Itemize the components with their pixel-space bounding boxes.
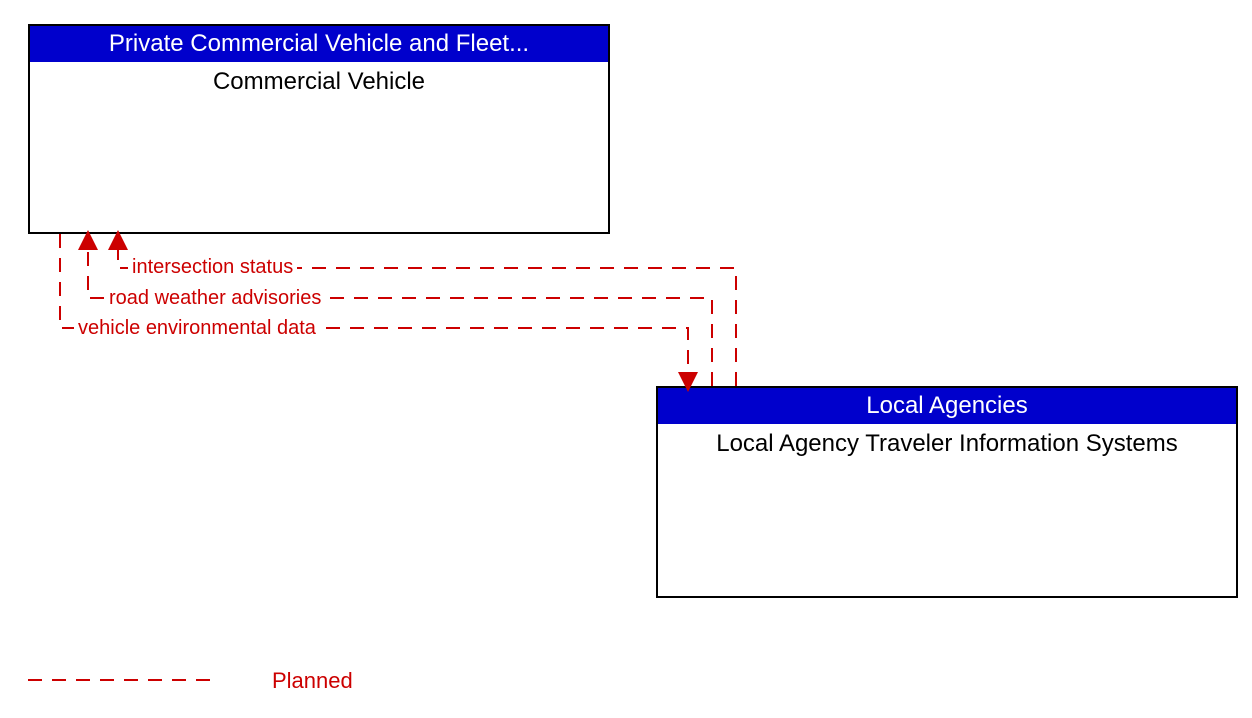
legend-label-planned: Planned (272, 668, 353, 694)
entity-header-bottom: Local Agencies (658, 388, 1236, 424)
entity-box-local-agency: Local Agencies Local Agency Traveler Inf… (656, 386, 1238, 598)
entity-box-commercial-vehicle: Private Commercial Vehicle and Fleet... … (28, 24, 610, 234)
entity-body-bottom: Local Agency Traveler Information System… (658, 424, 1236, 458)
entity-header-top: Private Commercial Vehicle and Fleet... (30, 26, 608, 62)
flow-label-intersection-status: intersection status (128, 256, 297, 279)
flow-label-road-weather-advisories: road weather advisories (105, 287, 325, 310)
flow-label-vehicle-environmental-data: vehicle environmental data (74, 317, 320, 340)
entity-body-top: Commercial Vehicle (30, 62, 608, 96)
